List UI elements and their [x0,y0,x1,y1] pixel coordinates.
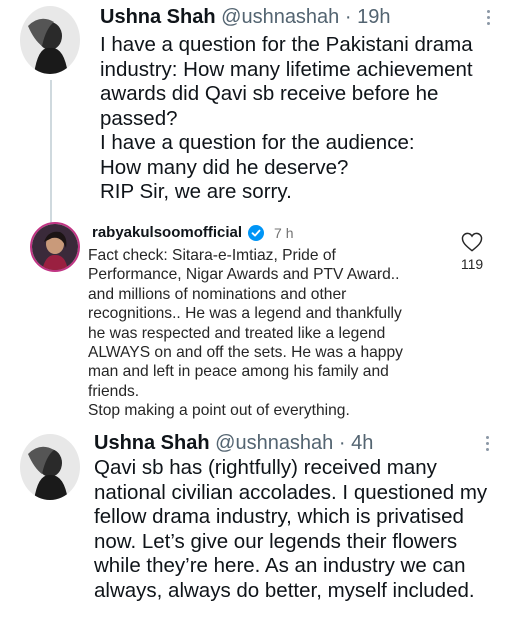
author-name[interactable]: Ushna Shah [94,432,210,454]
commenter-username[interactable]: rabyakulsoomofficial [92,224,242,241]
tweet-time[interactable]: · 4h [339,432,373,454]
tweet-header: Ushna Shah @ushnashah · 19h [100,6,390,29]
more-icon[interactable] [487,10,491,25]
author-handle[interactable]: @ushnashah [215,432,333,454]
verified-icon [248,224,265,241]
tweet-line: industry: How many lifetime achievement [100,57,473,81]
author-name[interactable]: Ushna Shah [100,6,216,28]
comment-card: rabyakulsoomofficial 7 h 119 Fact check:… [0,210,513,426]
comment-line: and millions of nominations and other [88,285,347,303]
tweet-line: RIP Sir, we are sorry. [100,180,292,203]
like-count: 119 [460,256,484,272]
commenter-avatar[interactable] [30,222,80,272]
avatar[interactable] [20,6,80,74]
author-handle[interactable]: @ushnashah [221,6,339,28]
tweet-line: How many did he deserve? [100,155,349,179]
tweet-time[interactable]: · 19h [345,6,391,28]
tweet-line: now. Let’s give our legends their flower… [94,529,458,553]
tweet-line: awards did Qavi sb receive before he [100,82,439,105]
tweet-line: national civilian accolades. I questione… [94,480,488,504]
comment-line: Fact check: Sitara-e-Imtiaz, Pride of [88,247,336,264]
like-control: 119 [455,232,489,272]
tweet-line: I have a question for the Pakistani dram… [100,33,473,56]
heart-icon[interactable] [461,232,483,252]
tweet-header: Ushna Shah @ushnashah · 4h [94,432,373,455]
comment-line: Performance, Nigar Awards and PTV Award.… [88,266,400,284]
more-icon[interactable] [486,436,490,451]
tweet-line: fellow drama industry, which is privatis… [94,505,464,528]
tweet-line: while they’re here. As an industry we ca… [94,554,466,577]
tweet-line: always, always do better, myself include… [94,578,475,602]
tweet-line: passed? [100,106,178,130]
comment-line: recognitions.. He was a legend and thank… [88,305,402,323]
comment-line: he was respected and treated like a lege… [88,324,386,342]
comment-line: man and left in peace among his family a… [88,363,389,381]
thread-line [50,80,52,228]
comment-line: Stop making a point out of everything. [88,402,350,420]
avatar[interactable] [20,434,80,500]
tweet-line: Qavi sb has (rightfully) received many [94,456,437,479]
comment-line: friends. [88,382,140,400]
tweet-line: I have a question for the audience: [100,131,415,154]
comment-time: 7 h [274,224,294,241]
comment-text: Fact check: Sitara-e-Imtiaz, Pride of Pe… [88,246,403,421]
tweet-text: Qavi sb has (rightfully) received many n… [94,456,487,603]
comment-line: ALWAYS on and off the sets. He was a hap… [88,344,403,362]
commenter-header: rabyakulsoomofficial 7 h [92,224,294,241]
tweet-text: I have a question for the Pakistani dram… [100,33,473,205]
